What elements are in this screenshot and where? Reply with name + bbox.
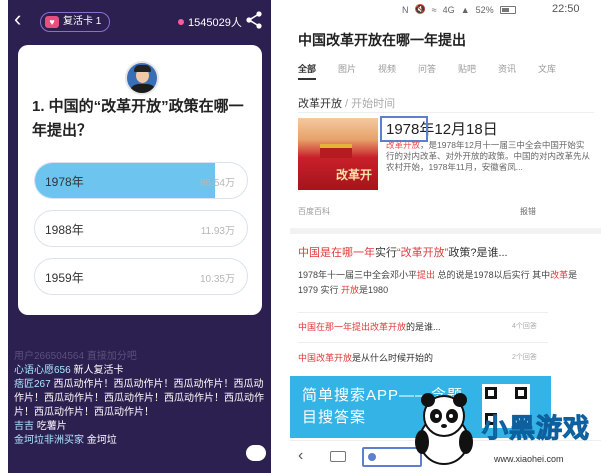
tab-images[interactable]: 图片 (338, 62, 378, 75)
answer-breadcrumb: 改革开放 / 开始时间 (298, 95, 395, 111)
chat-message-faded: 用户266504564 直接加分吧 (14, 351, 137, 362)
answer-option-2[interactable]: 1988年 11.93万 (34, 210, 248, 247)
related-question-part: 中国改革开放 (298, 353, 353, 363)
back-button[interactable]: ‹ (14, 8, 34, 32)
heart-icon: ♥ (45, 16, 59, 28)
chat-message: 心语心愿656 新人复活卡 (8, 364, 271, 378)
divider (298, 312, 548, 313)
related-question[interactable]: 中国改革开放是从什么时候开始的 (298, 351, 594, 364)
revive-card-label: 复活卡 1 (63, 16, 102, 27)
report-link[interactable]: 报错 (520, 206, 536, 217)
quiz-topbar: ‹ ♥ 复活卡 1 1545029人 (8, 0, 271, 40)
battery-icon (499, 5, 516, 14)
result-title-part: 政策?是谁... (448, 247, 508, 259)
answer-option-3[interactable]: 1959年 10.35万 (34, 258, 248, 295)
breadcrumb-attribute: / 开始时间 (342, 98, 396, 110)
revive-card-badge[interactable]: ♥ 复活卡 1 (40, 12, 111, 32)
chat-message: 痞匠267 西瓜动作片！西瓜动作片！西瓜动作片！西瓜动作片！西瓜动作片！西瓜动作… (8, 378, 271, 420)
nav-back-button[interactable]: ‹ (298, 447, 303, 465)
snippet-part: 总的说是1978以后实行 其中 (435, 270, 551, 280)
watermark-url: www.xiaohei.com (494, 454, 564, 464)
signal-icon: ▲ (460, 4, 470, 15)
tab-news[interactable]: 资讯 (498, 62, 538, 75)
quiz-screen: ‹ ♥ 复活卡 1 1545029人 1. 中国的“改革开放”政策在哪一年提出？… (8, 0, 271, 473)
answer-option-1[interactable]: 1978年 86.54万 (34, 162, 248, 199)
result-snippet: 1978年十一届三中全会邓小平提出 总的说是1978以后实行 其中改革是1979… (298, 268, 594, 298)
snippet-part: 开放 (341, 285, 360, 295)
mute-icon: 🔇 (414, 4, 426, 14)
share-icon[interactable] (244, 10, 264, 30)
answer-option-count: 86.54万 (199, 178, 235, 189)
result-title[interactable]: 中国是在哪一年实行“改革开放”政策?是谁... (298, 244, 508, 260)
answer-option-count: 11.93万 (200, 226, 235, 237)
tab-tieba[interactable]: 贴吧 (458, 62, 498, 75)
online-dot-icon (178, 19, 184, 25)
chat-message: 金坷垃非洲买家 金坷垃 (8, 434, 271, 448)
online-count-text: 1545029人 (188, 17, 242, 29)
nfc-icon: N (402, 4, 409, 15)
chat-message: 吉吉 吃薯片 (8, 420, 271, 434)
search-tabs: 全部 图片 视频 问答 贴吧 资讯 文库 (298, 62, 601, 80)
answer-option-label: 1988年 (45, 223, 84, 237)
thumbnail-caption: 改革开 (336, 168, 373, 182)
panda-mascot-icon (415, 393, 473, 465)
chat-nickname: 金坷垃非洲买家 (14, 435, 84, 446)
voice-search-icon (368, 453, 376, 461)
status-bar: N 🔇 ≈ 4G ▲ 52% 22:50 (290, 0, 601, 22)
highlight-box (380, 116, 428, 142)
active-tab-indicator (298, 78, 316, 80)
answer-description: 改革开放，是1978年12月十一届三中全会中国开始实行的对内改革、对外开放的政策… (386, 140, 592, 173)
tab-video[interactable]: 视频 (378, 62, 418, 75)
result-title-part: “改革开放” (397, 247, 449, 259)
chat-text: 吃薯片 (34, 421, 67, 432)
network-type: 4G (442, 4, 455, 15)
divider (298, 112, 594, 113)
answer-option-count: 10.35万 (199, 274, 235, 285)
related-question[interactable]: 中国在那一年提出改革开放的是谁... (298, 320, 594, 333)
tab-all[interactable]: 全部 (298, 62, 338, 75)
snippet-part: 是1980 (359, 285, 389, 295)
result-title-part: 实行 (375, 247, 397, 259)
snippet-part: 1978年十一届三中全会邓小平 (298, 270, 418, 280)
host-avatar (125, 61, 159, 95)
wifi-icon: ≈ (431, 4, 437, 15)
chat-nickname: 心语心愿656 (14, 365, 71, 376)
status-time: 22:50 (552, 3, 580, 15)
question-card: 1. 中国的“改革开放”政策在哪一年提出？ 1978年 86.54万 1988年… (18, 45, 262, 315)
watermark-wordmark: 小黑游戏 (481, 413, 591, 444)
chat-nickname: 吉吉 (14, 421, 34, 432)
answer-count: 2个回答 (512, 354, 537, 361)
chat-text: 西瓜动作片！西瓜动作片！西瓜动作片！西瓜动作片！西瓜动作片！西瓜动作片！西瓜动作… (14, 379, 264, 418)
question-text: 1. 中国的“改革开放”政策在哪一年提出？ (32, 98, 244, 139)
related-question-part: 的是谁... (406, 322, 441, 332)
snippet-part: 改革 (550, 270, 569, 280)
snippet-part: 提出 (417, 270, 436, 280)
divider (298, 342, 548, 343)
answer-option-label: 1959年 (45, 271, 84, 285)
tab-qa[interactable]: 问答 (418, 62, 458, 75)
answer-option-label: 1978年 (45, 175, 84, 189)
chat-text: 新人复活卡 (70, 365, 124, 376)
tab-wenku[interactable]: 文库 (538, 62, 578, 75)
chat-feed: 用户266504564 直接加分吧 心语心愿656 新人复活卡 痞匠267 西瓜… (8, 350, 271, 448)
chat-nickname: 痞匠267 (14, 379, 51, 390)
answer-keyword: 改革开放 (386, 140, 421, 150)
answer-source[interactable]: 百度百科 (298, 206, 330, 217)
online-count: 1545029人 (178, 14, 242, 30)
related-question-part: 中国在那一年提出改革开放 (298, 322, 407, 332)
related-question-part: 是从什么时候开始的 (352, 353, 434, 363)
result-title-part: 中国是在哪一年 (298, 247, 375, 259)
chat-text: 金坷垃 (84, 435, 117, 446)
breadcrumb-topic: 改革开放 (298, 98, 342, 110)
section-separator (290, 228, 601, 234)
answer-thumbnail[interactable]: 改革开 (298, 118, 378, 190)
watermark-logo: 小黑游戏 www.xiaohei.com (412, 388, 601, 470)
keyboard-icon[interactable] (330, 451, 346, 462)
answer-count: 4个回答 (512, 323, 537, 330)
battery-percent: 52% (475, 4, 494, 15)
search-query[interactable]: 中国改革开放在哪一年提出 (298, 30, 466, 50)
chat-bubble-icon[interactable] (246, 445, 266, 461)
